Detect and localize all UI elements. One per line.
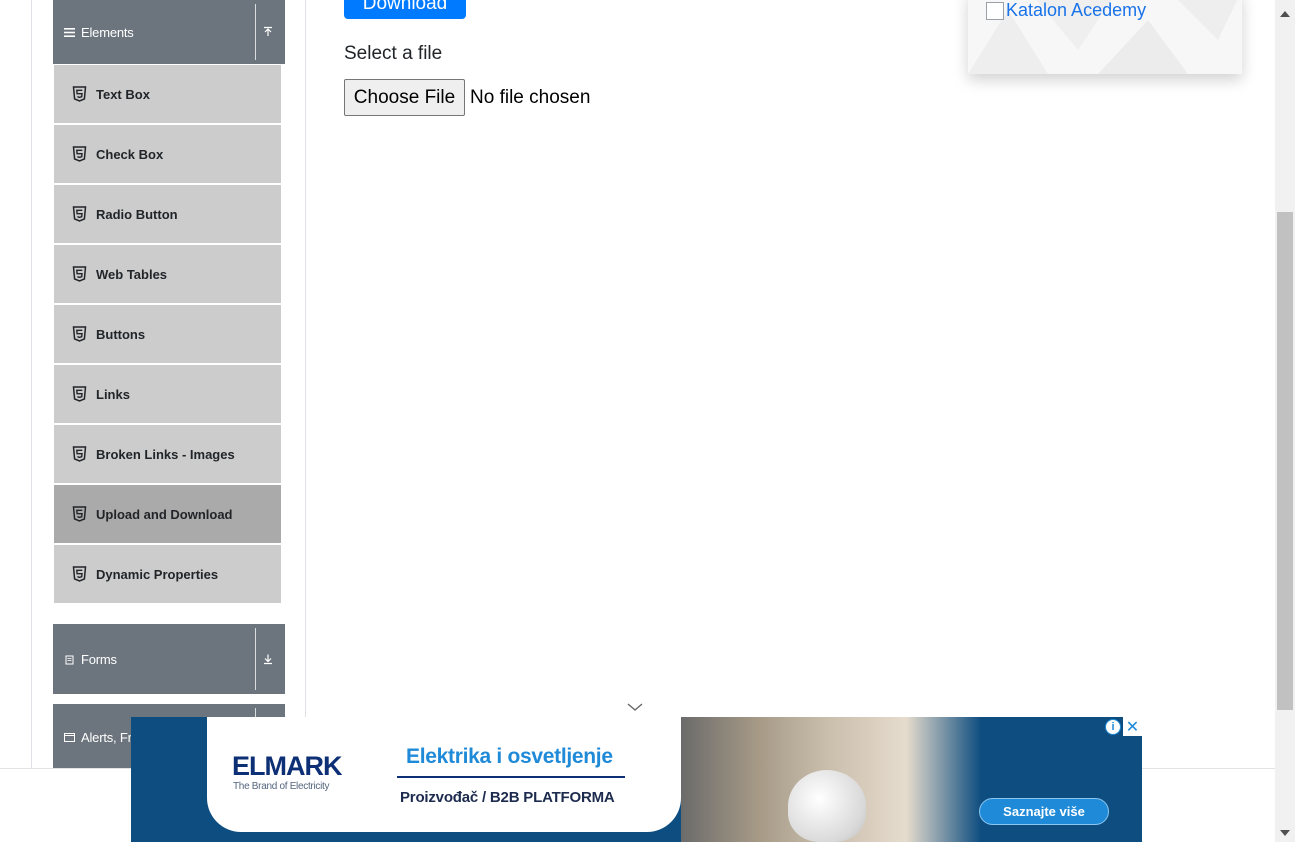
ad-tagline: The Brand of Electricity (233, 781, 330, 792)
menu-item-text-box[interactable]: Text Box (54, 65, 281, 123)
menu-item-label: Links (96, 386, 130, 402)
group-label: Elements (81, 24, 134, 40)
menu-item-upload-and-download[interactable]: Upload and Download (54, 485, 281, 543)
menu-item-radio-button[interactable]: Radio Button (54, 185, 281, 243)
content-divider (305, 0, 306, 770)
html5-icon (72, 86, 87, 102)
scroll-down-arrow-icon[interactable] (1279, 825, 1291, 836)
ad-subline: Proizvođač / B2B PLATFORMA (400, 789, 615, 806)
group-label: Forms (81, 651, 117, 667)
html5-icon (72, 326, 87, 342)
select-file-label: Select a file (344, 43, 443, 64)
menu-item-label: Dynamic Properties (96, 566, 219, 582)
menu-item-links[interactable]: Links (54, 365, 281, 423)
left-border (31, 0, 32, 770)
download-button[interactable]: Download (344, 0, 466, 19)
ad-divider (397, 776, 625, 778)
group-divider (255, 4, 256, 60)
choose-file-button[interactable]: Choose File (344, 79, 465, 116)
menu-item-label: Buttons (96, 326, 146, 342)
promo-card[interactable]: Katalon Acedemy (968, 0, 1242, 74)
menu-item-label: Text Box (96, 86, 150, 102)
ad-brand-logo: ELMARK (232, 751, 342, 781)
image-alt-text: Katalon Acedemy (1006, 0, 1147, 20)
lamp-image (788, 770, 866, 842)
form-icon (63, 653, 76, 666)
html5-icon (72, 446, 87, 462)
file-status-text: No file chosen (470, 87, 591, 108)
broken-image[interactable]: Katalon Acedemy (986, 0, 1146, 21)
chevron-down-icon[interactable] (626, 700, 644, 712)
ad-headline: Elektrika i osvetljenje (406, 745, 613, 768)
menu-item-dynamic-properties[interactable]: Dynamic Properties (54, 545, 281, 603)
menu-item-label: Web Tables (96, 266, 168, 282)
menu-item-label: Broken Links - Images (96, 446, 235, 462)
ad-close-icon[interactable]: ✕ (1123, 717, 1142, 736)
window-icon (63, 731, 76, 744)
html5-icon (72, 566, 87, 582)
html5-icon (72, 266, 87, 282)
html5-icon (72, 386, 87, 402)
menu-item-buttons[interactable]: Buttons (54, 305, 281, 363)
html5-icon (72, 506, 87, 522)
menu-item-broken-links[interactable]: Broken Links - Images (54, 425, 281, 483)
scroll-up-arrow-icon[interactable] (1279, 6, 1291, 17)
html5-icon (72, 146, 87, 162)
ad-info-icon[interactable]: i (1105, 719, 1121, 735)
group-header-elements[interactable]: Elements (53, 0, 285, 64)
broken-image-icon (986, 1, 1004, 20)
ad-banner[interactable]: ELMARK The Brand of Electricity Elektrik… (131, 717, 1142, 842)
ad-cta-button[interactable]: Saznajte više (979, 798, 1109, 825)
menu-item-label: Upload and Download (96, 506, 233, 522)
hamburger-icon (63, 26, 76, 39)
menu-item-check-box[interactable]: Check Box (54, 125, 281, 183)
group-header-forms[interactable]: Forms (53, 624, 285, 694)
menu-item-label: Check Box (96, 146, 164, 162)
html5-icon (72, 206, 87, 222)
arrow-down-icon[interactable] (261, 624, 275, 694)
menu-item-web-tables[interactable]: Web Tables (54, 245, 281, 303)
scrollbar-thumb[interactable] (1277, 212, 1293, 710)
arrow-up-icon[interactable] (261, 0, 275, 64)
group-divider (255, 628, 256, 690)
menu-item-label: Radio Button (96, 206, 178, 222)
